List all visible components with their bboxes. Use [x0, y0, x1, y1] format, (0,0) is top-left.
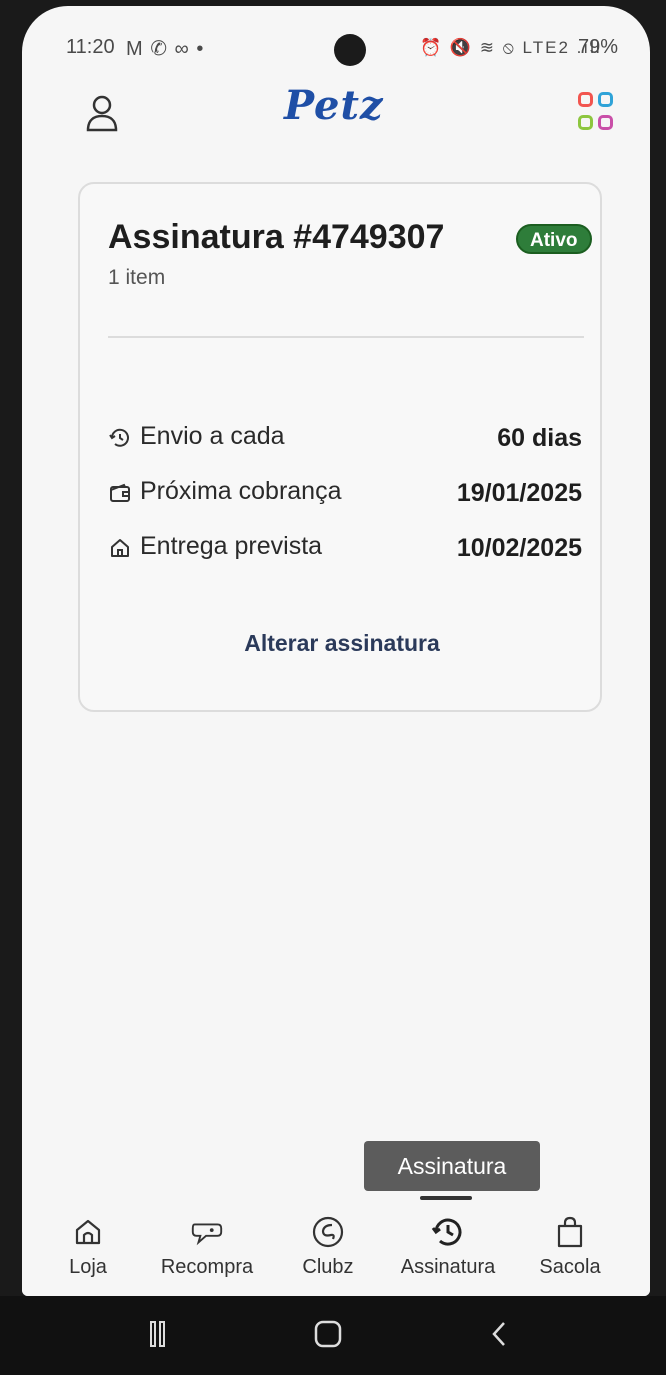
row-value: 10/02/2025	[456, 534, 582, 562]
next-charge-row: Próxima cobrança 19/01/2025	[108, 475, 582, 511]
apps-grid-icon-cell	[598, 92, 613, 107]
recents-button[interactable]	[140, 1314, 180, 1354]
nav-label: Clubz	[302, 1256, 354, 1278]
apps-grid-icon-cell	[598, 114, 613, 130]
row-value: 60 dias	[497, 424, 582, 452]
system-status-icons: ⏰ 🔇 ≋ ⦸ LTE2 .ıll	[420, 38, 602, 57]
active-tab-indicator	[420, 1196, 472, 1200]
system-home-button[interactable]	[306, 1312, 350, 1356]
divider	[108, 336, 584, 338]
profile-button[interactable]	[78, 86, 126, 140]
status-badge: Ativo	[516, 224, 592, 254]
nav-item-recompra[interactable]: Recompra	[152, 1206, 262, 1290]
row-label: Entrega prevista	[140, 532, 323, 560]
row-value: 19/01/2025	[456, 479, 582, 507]
apps-grid-icon-cell	[578, 114, 593, 130]
app-screen: 11:20 M ✆ ∞ • ⏰ 🔇 ≋ ⦸ LTE2 .ıll 79% Petz	[22, 6, 650, 1296]
phone-frame: 11:20 M ✆ ∞ • ⏰ 🔇 ≋ ⦸ LTE2 .ıll 79% Petz	[0, 0, 666, 1375]
subscription-card: Assinatura #4749307 Ativo 1 item Envio a…	[78, 182, 602, 712]
shopping-bag-icon	[557, 1216, 583, 1248]
nav-tooltip: Assinatura	[364, 1141, 540, 1191]
nav-label: Assinatura	[400, 1256, 496, 1278]
notification-icons: M ✆ ∞ •	[126, 38, 205, 60]
clubz-icon	[312, 1216, 344, 1248]
nav-item-sacola[interactable]: Sacola	[532, 1206, 608, 1290]
battery-level: 79%	[578, 36, 619, 58]
back-button[interactable]	[482, 1314, 516, 1354]
person-icon	[86, 95, 118, 132]
home-icon	[75, 1219, 101, 1245]
nav-label: Sacola	[539, 1256, 601, 1278]
row-label: Envio a cada	[140, 422, 285, 450]
subscription-icon	[431, 1218, 462, 1246]
wallet-icon	[110, 483, 130, 502]
repurchase-icon	[191, 1223, 223, 1246]
item-count: 1 item	[108, 266, 166, 289]
apps-grid-icon	[578, 92, 593, 107]
row-label: Próxima cobrança	[140, 477, 342, 505]
home-icon	[111, 539, 129, 557]
petz-logo: Petz	[284, 82, 384, 129]
expected-delivery-row: Entrega prevista 10/02/2025	[108, 530, 582, 566]
change-subscription-link[interactable]: Alterar assinatura	[80, 630, 604, 657]
nav-item-loja[interactable]: Loja	[62, 1206, 114, 1290]
status-time: 11:20	[66, 36, 115, 58]
system-navigation-bar	[0, 1296, 666, 1375]
shipping-frequency-row: Envio a cada 60 dias	[108, 420, 582, 456]
back-icon	[492, 1322, 505, 1346]
front-camera	[334, 34, 366, 66]
nav-item-clubz[interactable]: Clubz	[292, 1206, 364, 1290]
recents-icon	[150, 1321, 165, 1347]
nav-item-assinatura[interactable]: Assinatura	[390, 1206, 506, 1290]
subscription-title: Assinatura #4749307	[108, 218, 445, 256]
home-icon	[314, 1320, 342, 1348]
bottom-navigation: Loja Recompra Clubz Assinatura Sacola	[22, 1196, 650, 1296]
nav-label: Loja	[69, 1256, 107, 1278]
apps-grid-button[interactable]	[578, 92, 618, 132]
app-header: Petz	[22, 76, 650, 146]
nav-label: Recompra	[160, 1256, 254, 1278]
repeat-clock-icon	[109, 428, 129, 447]
